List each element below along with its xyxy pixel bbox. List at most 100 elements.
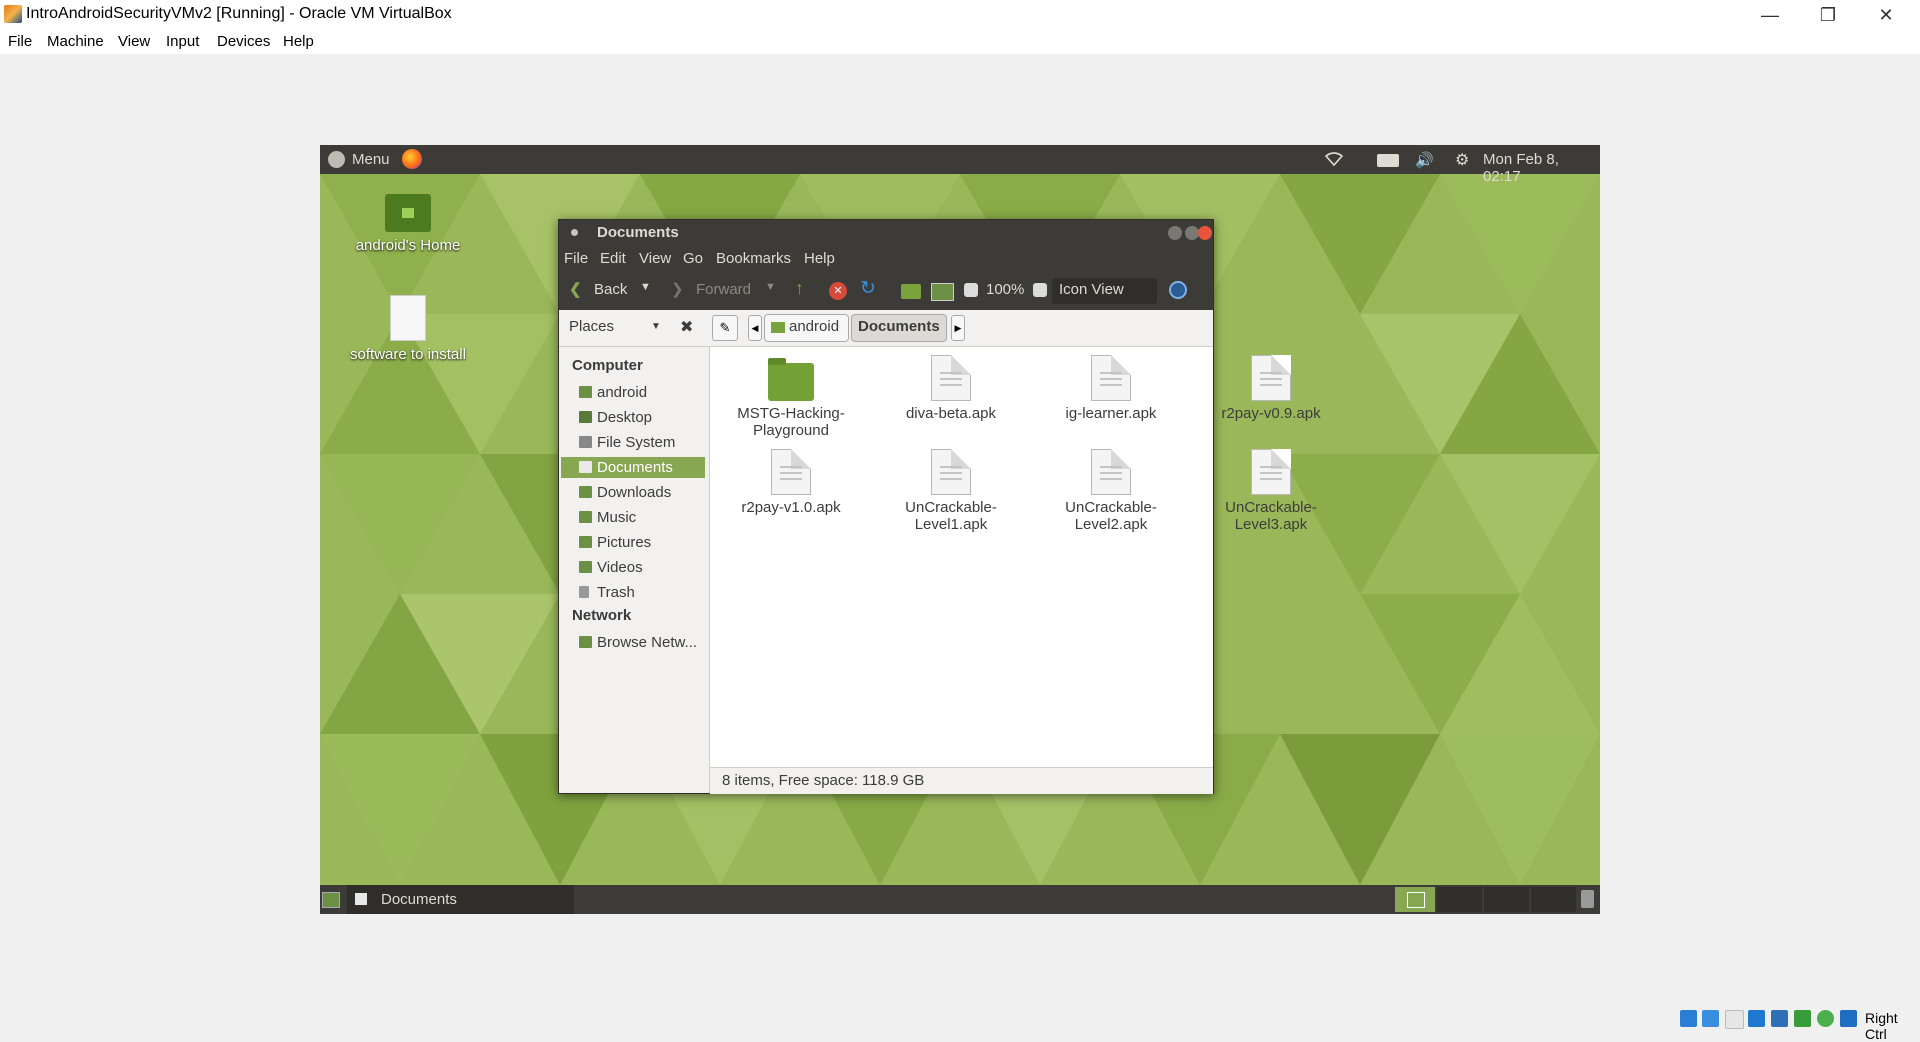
host-menu-file[interactable]: File xyxy=(8,33,32,50)
fm-file-area[interactable]: MSTG-Hacking- Playground diva-beta.apk i… xyxy=(710,347,1321,767)
network-icon[interactable] xyxy=(1748,1010,1765,1027)
close-button[interactable]: ✕ xyxy=(1857,0,1915,30)
optical-drive-icon[interactable] xyxy=(1702,1010,1719,1027)
path-segment-label: android xyxy=(789,318,840,335)
sidebar-item-music[interactable]: Music xyxy=(561,507,705,528)
workspace-4[interactable] xyxy=(1531,887,1576,912)
fm-menu-file[interactable]: File xyxy=(564,250,588,267)
back-button[interactable]: Back xyxy=(594,281,627,298)
desktop-icon xyxy=(579,411,592,423)
trash-icon xyxy=(579,586,589,598)
display-icon[interactable] xyxy=(1817,1010,1834,1027)
file-item[interactable]: UnCrackable- Level3.apk xyxy=(1206,449,1336,533)
fm-menu-edit[interactable]: Edit xyxy=(600,250,626,267)
host-key-label: Right Ctrl xyxy=(1865,1010,1898,1042)
places-selector[interactable]: Places xyxy=(569,318,614,335)
hard-disk-icon[interactable] xyxy=(1680,1010,1697,1027)
fm-maximize-icon[interactable] xyxy=(1185,226,1199,240)
sidebar-item-desktop[interactable]: Desktop xyxy=(561,407,705,428)
sidebar-item-trash[interactable]: Trash xyxy=(561,582,705,603)
sidebar-item-pictures[interactable]: Pictures xyxy=(561,532,705,553)
fm-minimize-icon[interactable] xyxy=(1168,226,1182,240)
edit-location-icon[interactable]: ✎ xyxy=(712,315,738,341)
back-history-chevron-icon[interactable]: ▼ xyxy=(640,281,651,293)
show-desktop-icon[interactable] xyxy=(322,892,340,908)
desktop-icon-home[interactable]: android's Home xyxy=(343,194,473,254)
zoom-in-icon[interactable] xyxy=(1033,283,1047,297)
up-arrow-icon[interactable]: ↑ xyxy=(795,278,804,299)
sidebar-item-videos[interactable]: Videos xyxy=(561,557,705,578)
menu-logo-icon[interactable] xyxy=(328,151,345,168)
sidebar-item-filesystem[interactable]: File System xyxy=(561,432,705,453)
path-left-arrow-icon[interactable]: ◀ xyxy=(748,315,762,341)
restore-button[interactable]: ❐ xyxy=(1799,0,1857,30)
sidebar-item-label: Pictures xyxy=(597,534,652,551)
taskbar-item-documents[interactable]: Documents xyxy=(347,885,574,914)
panel-clock[interactable]: Mon Feb 8, 02:17 xyxy=(1483,151,1600,185)
shared-folders-icon[interactable] xyxy=(1794,1010,1811,1027)
host-menu-devices[interactable]: Devices xyxy=(217,33,270,50)
file-item[interactable]: diva-beta.apk xyxy=(886,355,1016,422)
fm-menu-view[interactable]: View xyxy=(639,250,671,267)
file-item[interactable]: UnCrackable- Level1.apk xyxy=(886,449,1016,533)
search-icon[interactable] xyxy=(1169,281,1187,299)
keyboard-capture-icon[interactable] xyxy=(1840,1010,1857,1027)
host-menu-input[interactable]: Input xyxy=(166,33,199,50)
sidebar-item-downloads[interactable]: Downloads xyxy=(561,482,705,503)
path-right-arrow-icon[interactable]: ▶ xyxy=(951,315,965,341)
zoom-out-icon[interactable] xyxy=(964,283,978,297)
close-sidebar-icon[interactable]: ✖ xyxy=(680,317,693,337)
home-folder-icon xyxy=(385,194,431,232)
window-menu-icon[interactable] xyxy=(571,229,578,236)
file-item[interactable]: r2pay-v0.9.apk xyxy=(1206,355,1336,422)
fm-menu-help[interactable]: Help xyxy=(804,250,835,267)
file-manager-window: Documents File Edit View Go Bookmarks He… xyxy=(558,219,1321,794)
workspace-3[interactable] xyxy=(1484,887,1529,912)
forward-history-chevron-icon[interactable]: ▼ xyxy=(765,281,776,293)
back-arrow-icon[interactable]: ❮ xyxy=(569,280,582,298)
music-folder-icon xyxy=(579,511,592,523)
stop-icon[interactable]: ✕ xyxy=(829,282,847,300)
file-item[interactable]: r2pay-v1.0.apk xyxy=(726,449,856,516)
computer-icon[interactable] xyxy=(931,283,954,301)
forward-arrow-icon[interactable]: ❯ xyxy=(671,280,684,298)
sidebar-item-label: Browse Netw... xyxy=(597,634,698,651)
volume-icon[interactable]: 🔊 xyxy=(1415,151,1434,169)
path-button-android[interactable]: android xyxy=(764,314,849,342)
guest-screen: Menu 🔊 ⚙ Mon Feb 8, 02:17 android's Home… xyxy=(320,145,1600,914)
forward-button[interactable]: Forward xyxy=(696,281,751,298)
usb-icon[interactable] xyxy=(1771,1010,1788,1027)
fm-menu-go[interactable]: Go xyxy=(683,250,703,267)
host-menu-view[interactable]: View xyxy=(118,33,150,50)
host-menu-machine[interactable]: Machine xyxy=(47,33,104,50)
workspace-1[interactable] xyxy=(1395,887,1435,912)
battery-icon[interactable] xyxy=(1377,154,1399,167)
fm-titlebar[interactable]: Documents xyxy=(559,220,1213,246)
host-menu-help[interactable]: Help xyxy=(283,33,314,50)
home-folder-toolbar-icon[interactable] xyxy=(901,284,921,299)
audio-icon[interactable] xyxy=(1725,1010,1744,1029)
firefox-icon[interactable] xyxy=(402,149,422,169)
file-item[interactable]: ig-learner.apk xyxy=(1046,355,1176,422)
path-button-documents[interactable]: Documents xyxy=(851,314,947,342)
fm-location-bar: Places ▼ ✖ ✎ ◀ android Documents ▶ xyxy=(559,310,1213,347)
wifi-icon[interactable] xyxy=(1324,152,1344,167)
desktop-icon-software[interactable]: software to install xyxy=(343,295,473,363)
trash-applet-icon[interactable] xyxy=(1581,890,1594,908)
fm-close-icon[interactable] xyxy=(1198,226,1212,240)
fm-sidebar: Computer android Desktop File System Doc… xyxy=(559,347,710,793)
sidebar-heading-computer: Computer xyxy=(572,357,643,374)
settings-gear-icon[interactable]: ⚙ xyxy=(1455,150,1469,170)
sidebar-item-browse-network[interactable]: Browse Netw... xyxy=(561,632,705,653)
minimize-button[interactable]: — xyxy=(1741,0,1799,30)
file-item-folder[interactable]: MSTG-Hacking- Playground xyxy=(726,357,856,439)
apk-file-icon xyxy=(1251,449,1291,495)
sidebar-item-android[interactable]: android xyxy=(561,382,705,403)
fm-menu-bookmarks[interactable]: Bookmarks xyxy=(716,250,791,267)
file-item[interactable]: UnCrackable- Level2.apk xyxy=(1046,449,1176,533)
reload-icon[interactable]: ↻ xyxy=(860,277,876,300)
sidebar-item-documents[interactable]: Documents xyxy=(561,457,705,478)
places-chevron-down-icon[interactable]: ▼ xyxy=(651,321,661,332)
panel-menu-button[interactable]: Menu xyxy=(352,151,390,168)
workspace-2[interactable] xyxy=(1437,887,1482,912)
